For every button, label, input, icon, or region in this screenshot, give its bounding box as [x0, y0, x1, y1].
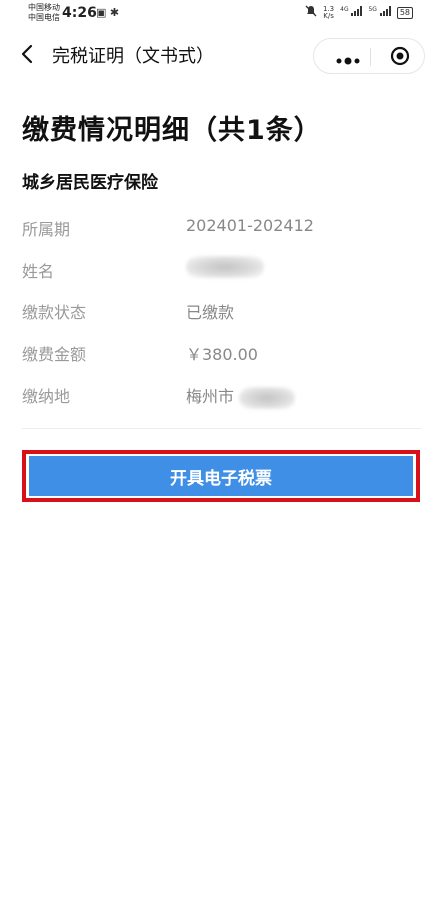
status-bar: 中国移动 中国电信 4:26 ▣ ✱ 1.3 K/s 4G 5G 58: [0, 0, 441, 28]
signal-icon-2: [379, 6, 391, 16]
row-value: 梅州市: [186, 383, 296, 409]
mute-icon: [305, 5, 317, 20]
nav-bar: 完税证明（文书式）: [0, 28, 441, 84]
row-label: 姓名: [22, 262, 55, 281]
net-speed-unit: K/s: [323, 11, 334, 20]
detail-heading: 缴费情况明细（共1条）: [22, 115, 322, 146]
battery-icon: 58: [396, 6, 413, 19]
carrier-2: 中国电信: [28, 13, 60, 22]
row-label: 所属期: [22, 220, 71, 239]
network-1: 4G: [340, 6, 363, 19]
row-value: 已缴款: [186, 303, 235, 322]
network-1-label: 4G: [340, 6, 349, 13]
detail-row-amount: 缴费金额 ￥380.00: [22, 341, 422, 369]
detail-row-period: 所属期 202401-202412: [22, 216, 422, 244]
status-right: 1.3 K/s 4G 5G 58: [305, 5, 413, 20]
redacted-name: [186, 256, 264, 278]
bluetooth-icon: ✱: [109, 6, 120, 19]
issue-e-tax-receipt-button[interactable]: 开具电子税票: [29, 456, 413, 496]
redacted-location: [239, 386, 296, 409]
carrier-1: 中国移动: [28, 3, 60, 12]
detail-row-location: 缴纳地 梅州市: [22, 383, 422, 411]
nfc-bluetooth-icons: ▣ ✱: [96, 6, 119, 19]
network-2: 5G: [368, 6, 391, 19]
capsule-divider: [370, 48, 371, 66]
row-value: 202401-202412: [186, 216, 314, 235]
signal-icon-1: [351, 6, 363, 16]
more-icon[interactable]: [334, 51, 362, 65]
net-speed: 1.3 K/s: [323, 5, 334, 20]
section-title: 城乡居民医疗保险: [22, 173, 158, 193]
row-label: 缴费金额: [22, 345, 87, 364]
nfc-icon: ▣: [96, 6, 107, 19]
row-label: 缴纳地: [22, 387, 71, 406]
detail-row-status: 缴款状态 已缴款: [22, 299, 422, 327]
carrier-info: 中国移动 中国电信: [28, 3, 60, 23]
row-label: 缴款状态: [22, 303, 87, 322]
detail-row-name: 姓名: [22, 256, 422, 286]
back-icon[interactable]: [16, 42, 40, 66]
network-2-label: 5G: [368, 6, 377, 13]
divider: [22, 428, 422, 429]
page-title: 完税证明（文书式）: [52, 46, 214, 67]
status-time: 4:26: [62, 5, 97, 21]
row-value: ￥380.00: [186, 345, 258, 364]
mini-program-capsule: [313, 38, 425, 74]
close-icon[interactable]: [390, 46, 410, 66]
location-city: 梅州市: [186, 387, 235, 406]
